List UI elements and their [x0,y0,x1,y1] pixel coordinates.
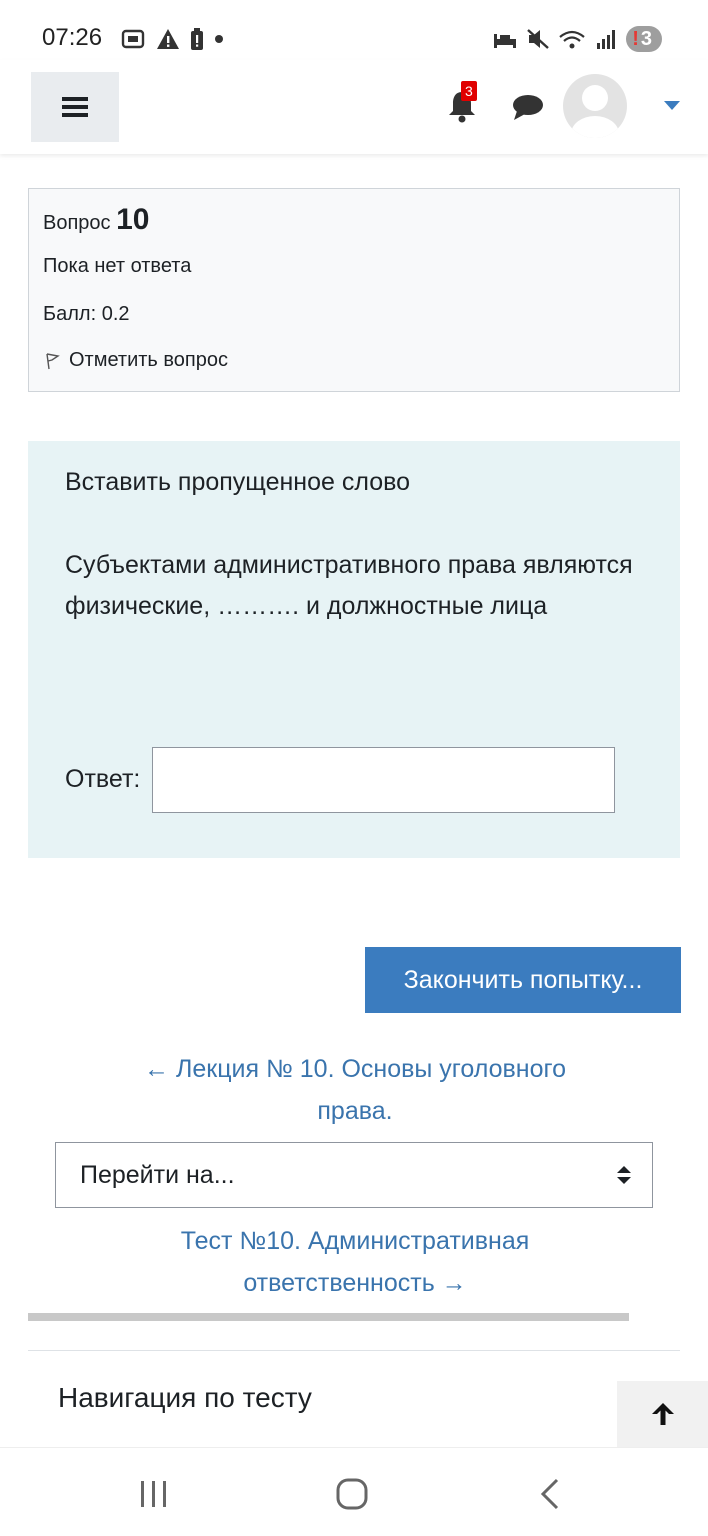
recent-apps-icon [141,1481,166,1507]
answer-label: Ответ: [65,765,141,793]
status-right-icons: ! 3 [492,26,662,52]
badge-count: 3 [640,27,652,50]
jump-to-select-value: Перейти на... [80,1161,235,1189]
divider [28,1350,680,1351]
wifi-icon [558,27,588,51]
question-state: Пока нет ответа [43,255,192,277]
question-info-box: Вопрос 10 Пока нет ответа Балл: 0.2 Отме… [28,188,680,392]
back-button[interactable] [539,1478,561,1515]
back-icon [540,1478,559,1510]
status-left-icons [120,27,224,51]
user-icon [571,85,619,138]
select-arrows-icon [617,1166,631,1184]
messages-button[interactable] [511,92,545,127]
user-avatar[interactable] [563,74,627,138]
screenshot-icon [120,27,146,51]
flag-question-link[interactable]: Отметить вопрос [43,349,228,372]
battery-alert-icon [190,27,204,51]
question-instruction: Вставить пропущенное слово [65,468,411,496]
mute-icon [526,27,550,51]
next-activity-link[interactable]: Тест №10. Административная ответственнос… [110,1220,600,1304]
signal-icon [596,27,618,51]
sleep-mode-icon [492,27,518,51]
home-icon [336,1478,368,1510]
notification-count-badge: ! 3 [626,26,662,52]
question-text: Субъектами административного права являю… [65,551,633,620]
chat-icon [513,95,543,120]
warning-icon [156,27,180,51]
home-button[interactable] [336,1478,368,1515]
question-formulation: Вставить пропущенное слово Субъектами ад… [28,441,680,858]
answer-input[interactable] [152,747,615,813]
notification-count: 3 [461,81,477,101]
user-menu-toggle[interactable] [664,98,680,116]
system-navigation-bar [0,1447,708,1536]
dot-icon [214,27,224,51]
question-number-value: 10 [116,203,150,236]
question-label: Вопрос [43,212,111,234]
flag-question-label: Отметить вопрос [69,349,228,371]
flag-icon [46,352,60,369]
horizontal-scrollbar[interactable] [28,1313,629,1321]
back-to-top-button[interactable] [617,1381,708,1447]
finish-attempt-button[interactable]: Закончить попытку... [365,947,681,1013]
previous-activity-link[interactable]: ← Лекция № 10. Основы уголовного права. [110,1048,600,1132]
arrow-up-icon [651,1403,674,1425]
hamburger-icon [62,97,88,117]
question-grade: Балл: 0.2 [43,303,130,325]
menu-button[interactable] [31,72,119,142]
quiz-navigation-title: Навигация по тесту [58,1382,312,1413]
recent-apps-button[interactable] [138,1480,170,1513]
jump-to-select[interactable]: Перейти на... [55,1142,653,1208]
caret-down-icon [664,101,680,110]
question-number: Вопрос 10 [43,203,149,237]
status-time: 07:26 [42,24,103,51]
badge-exclamation: ! [632,27,639,50]
